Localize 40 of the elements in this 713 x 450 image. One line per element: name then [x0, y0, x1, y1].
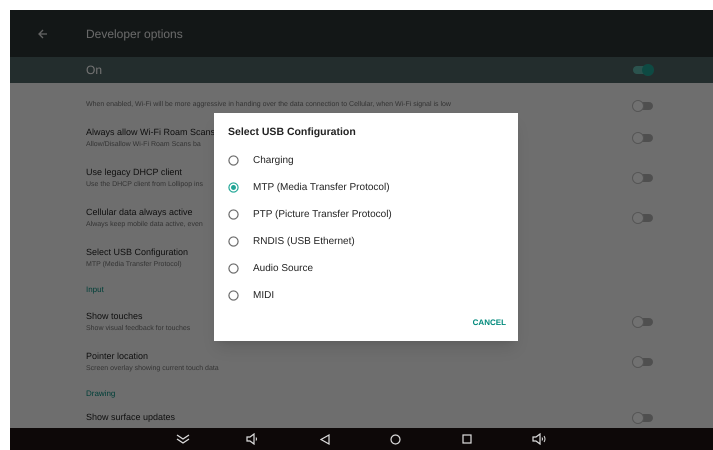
- toggle-switch[interactable]: [633, 414, 653, 422]
- app-bar-title: Developer options: [86, 26, 183, 42]
- home-icon[interactable]: [390, 434, 401, 444]
- section-header: Input: [86, 284, 104, 296]
- radio-button[interactable]: [228, 290, 239, 301]
- volume-up-icon[interactable]: [532, 433, 547, 445]
- setting-title: Pointer location: [86, 350, 150, 363]
- radio-button[interactable]: [228, 154, 239, 166]
- setting-title: Always allow Wi-Fi Roam Scans: [86, 126, 216, 139]
- radio-option[interactable]: MIDI: [214, 282, 518, 309]
- cancel-button[interactable]: CANCEL: [470, 315, 508, 331]
- radio-button[interactable]: [228, 262, 239, 274]
- radio-option[interactable]: Audio Source: [214, 254, 518, 282]
- toggle-switch[interactable]: [633, 134, 653, 142]
- back-arrow-icon[interactable]: [38, 28, 48, 38]
- radio-option[interactable]: MTP (Media Transfer Protocol): [214, 174, 518, 201]
- toggle-switch[interactable]: [633, 358, 653, 366]
- radio-button[interactable]: [228, 236, 239, 247]
- master-switch-label: On: [86, 62, 102, 79]
- radio-option[interactable]: Charging: [214, 146, 518, 174]
- volume-down-icon[interactable]: [246, 433, 259, 445]
- dialog-title: Select USB Configuration: [228, 125, 356, 140]
- setting-title: Select USB Configuration: [86, 246, 188, 259]
- radio-option[interactable]: PTP (Picture Transfer Protocol): [214, 200, 518, 228]
- setting-title: Cellular data always active: [86, 206, 194, 219]
- setting-title: Use legacy DHCP client: [86, 166, 183, 179]
- toggle-switch[interactable]: [633, 214, 653, 222]
- toggle-switch[interactable]: [633, 102, 653, 110]
- section-header: Drawing: [86, 388, 116, 400]
- toggle-switch[interactable]: [633, 174, 653, 182]
- back-icon[interactable]: [320, 434, 330, 444]
- double-chevron-down-icon[interactable]: [176, 433, 190, 445]
- toggle-switch[interactable]: [633, 66, 653, 74]
- radio-option[interactable]: RNDIS (USB Ethernet): [214, 228, 518, 255]
- recents-icon[interactable]: [462, 434, 472, 444]
- setting-title: Show surface updates: [86, 411, 176, 424]
- setting-title: Show touches: [86, 310, 144, 323]
- radio-button[interactable]: [228, 208, 239, 220]
- toggle-switch[interactable]: [633, 318, 653, 326]
- radio-button[interactable]: [228, 182, 239, 193]
